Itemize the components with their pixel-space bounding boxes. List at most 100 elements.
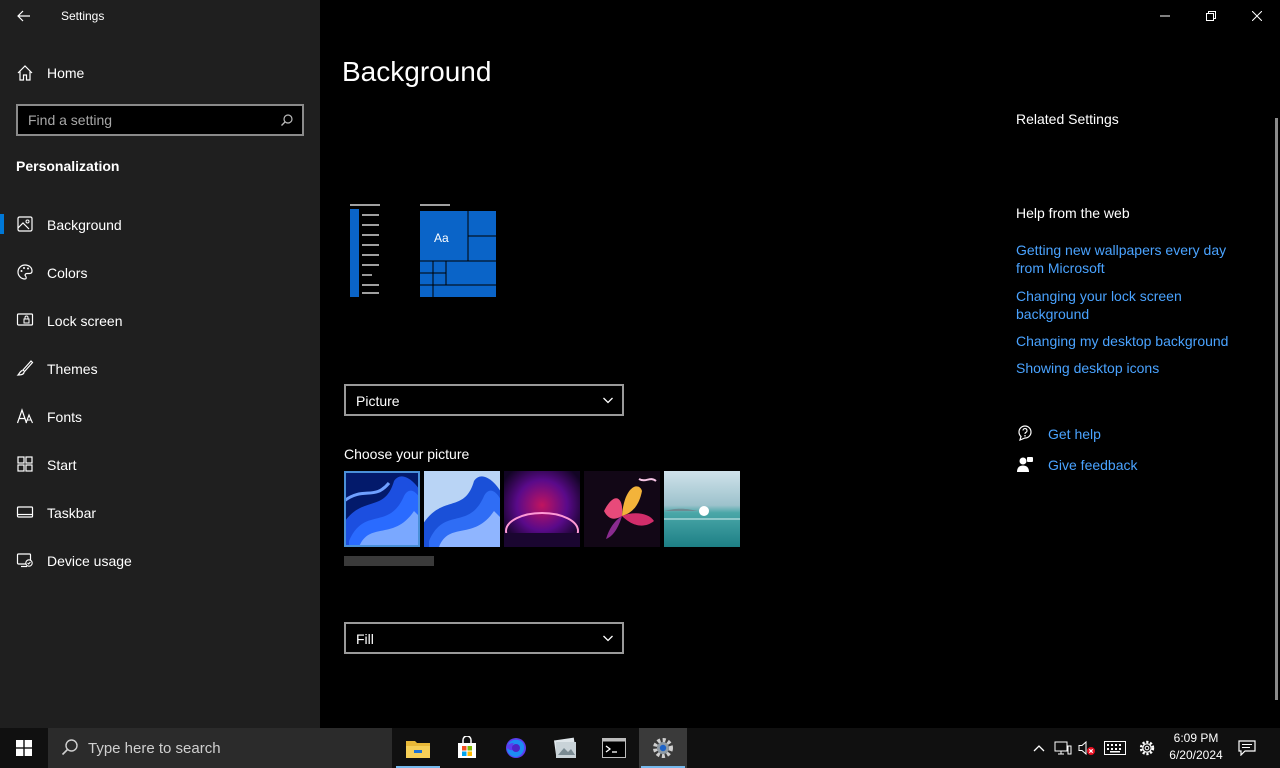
background-type-dropdown[interactable]: Picture	[344, 384, 624, 416]
chevron-down-icon	[603, 635, 613, 642]
home-label: Home	[47, 65, 85, 81]
search-icon	[61, 739, 78, 756]
taskbar-app-settings[interactable]	[639, 728, 687, 768]
taskbar-app-store[interactable]	[443, 728, 491, 768]
sidebar-item-label: Lock screen	[47, 313, 123, 329]
close-button[interactable]	[1234, 0, 1280, 32]
touch-keyboard-button[interactable]	[1103, 738, 1127, 758]
notifications-icon	[1238, 740, 1256, 756]
sidebar-item-fonts[interactable]: Fonts	[0, 398, 320, 446]
preview-tile-text: Aa	[434, 231, 449, 245]
give-feedback-link[interactable]: Give feedback	[1016, 455, 1156, 475]
tray-settings-button[interactable]	[1137, 738, 1157, 758]
page-title: Background	[342, 56, 492, 87]
sidebar-item-themes[interactable]: Themes	[0, 350, 320, 398]
picture-thumbnail-2[interactable]	[424, 471, 500, 547]
restore-button[interactable]	[1188, 0, 1234, 32]
picture-thumbnails	[344, 471, 740, 547]
sidebar-item-start[interactable]: Start	[0, 446, 320, 494]
settings-search-input[interactable]	[18, 106, 272, 134]
minimize-icon	[1160, 15, 1170, 17]
lock-screen-icon	[16, 313, 34, 326]
app-title: Settings	[61, 9, 105, 23]
taskbar-app-photos[interactable]	[541, 728, 589, 768]
clock-time: 6:09 PM	[1173, 731, 1219, 745]
background-type-value: Picture	[356, 393, 400, 409]
close-icon	[1252, 11, 1262, 21]
start-button[interactable]	[0, 728, 48, 768]
get-help-link[interactable]: Get help	[1016, 424, 1156, 444]
get-help-icon	[1018, 425, 1032, 442]
picture-thumbnail-5[interactable]	[664, 471, 740, 547]
taskbar-search-placeholder: Type here to search	[88, 740, 221, 757]
show-hidden-icons-button[interactable]	[1029, 738, 1049, 758]
sidebar-item-label: Start	[47, 457, 77, 473]
chevron-down-icon	[603, 397, 613, 404]
brush-icon	[16, 360, 34, 376]
chevron-up-icon	[1033, 745, 1045, 752]
picture-thumbnail-1[interactable]	[344, 471, 420, 547]
picture-thumbnail-4[interactable]	[584, 471, 660, 547]
sidebar-item-home[interactable]: Home	[0, 56, 320, 90]
picture-thumbnail-3[interactable]	[504, 471, 580, 547]
taskbar-search-box[interactable]: Type here to search	[48, 728, 392, 768]
help-link-lock-screen[interactable]: Changing your lock screen background	[1016, 287, 1246, 323]
sidebar-item-label: Taskbar	[47, 505, 97, 521]
help-link-wallpapers[interactable]: Getting new wallpapers every day from Mi…	[1016, 241, 1246, 277]
sidebar-nav: Background Colors Lock screen Themes Fon…	[0, 206, 320, 590]
main-content: Background Aa Picture Choose your pictur…	[320, 0, 1280, 728]
volume-button[interactable]	[1077, 738, 1097, 758]
sidebar-item-background[interactable]: Background	[0, 206, 320, 254]
bloom-blue-dark-image	[344, 471, 420, 547]
gear-icon	[1139, 740, 1155, 756]
network-button[interactable]	[1053, 738, 1073, 758]
taskbar: Type here to search 6:09 PM 6/20/2024	[0, 728, 1280, 768]
scrollbar[interactable]	[1275, 118, 1278, 700]
bloom-blue-light-image	[424, 471, 500, 547]
sidebar-item-taskbar[interactable]: Taskbar	[0, 494, 320, 542]
sidebar: Settings Home Personalization Background…	[0, 0, 320, 728]
glow-purple-image	[504, 471, 580, 547]
search-icon[interactable]	[280, 113, 294, 127]
related-settings-title: Related Settings	[1016, 111, 1119, 127]
sidebar-item-label: Themes	[47, 361, 98, 377]
settings-search-box[interactable]	[16, 104, 304, 136]
help-from-web-title: Help from the web	[1016, 205, 1130, 221]
network-icon	[1054, 741, 1072, 755]
taskbar-icon	[16, 506, 34, 518]
give-feedback-label: Give feedback	[1048, 457, 1138, 473]
file-explorer-icon	[406, 741, 430, 758]
action-center-button[interactable]	[1237, 738, 1257, 758]
windows-logo-icon	[16, 740, 32, 756]
restore-icon	[1206, 11, 1216, 21]
help-link-desktop-icons[interactable]: Showing desktop icons	[1016, 359, 1246, 377]
back-button[interactable]	[10, 4, 38, 28]
taskbar-app-firefox[interactable]	[492, 728, 540, 768]
taskbar-clock[interactable]: 6:09 PM 6/20/2024	[1162, 730, 1230, 766]
section-title: Personalization	[16, 158, 120, 174]
taskbar-app-terminal[interactable]	[590, 728, 638, 768]
keyboard-icon	[1104, 741, 1126, 755]
choose-picture-label: Choose your picture	[344, 446, 470, 462]
palette-icon	[17, 264, 33, 280]
sidebar-item-colors[interactable]: Colors	[0, 254, 320, 302]
help-link-desktop-background[interactable]: Changing my desktop background	[1016, 332, 1246, 350]
settings-gear-icon	[653, 738, 673, 758]
terminal-icon	[602, 738, 626, 758]
firefox-icon	[506, 738, 526, 758]
clock-date: 6/20/2024	[1169, 748, 1223, 762]
browse-button[interactable]	[344, 556, 434, 566]
sidebar-item-lock-screen[interactable]: Lock screen	[0, 302, 320, 350]
background-preview: Aa	[350, 204, 496, 297]
get-help-label: Get help	[1048, 426, 1101, 442]
start-icon	[17, 456, 33, 472]
taskbar-app-file-explorer[interactable]	[394, 728, 442, 768]
minimize-button[interactable]	[1142, 0, 1188, 32]
fonts-icon	[16, 408, 34, 424]
sidebar-item-label: Colors	[47, 265, 88, 281]
fit-dropdown[interactable]: Fill	[344, 622, 624, 654]
microsoft-store-icon	[458, 736, 476, 758]
sidebar-item-device-usage[interactable]: Device usage	[0, 542, 320, 590]
back-arrow-icon	[17, 10, 30, 22]
device-usage-icon	[16, 553, 33, 568]
